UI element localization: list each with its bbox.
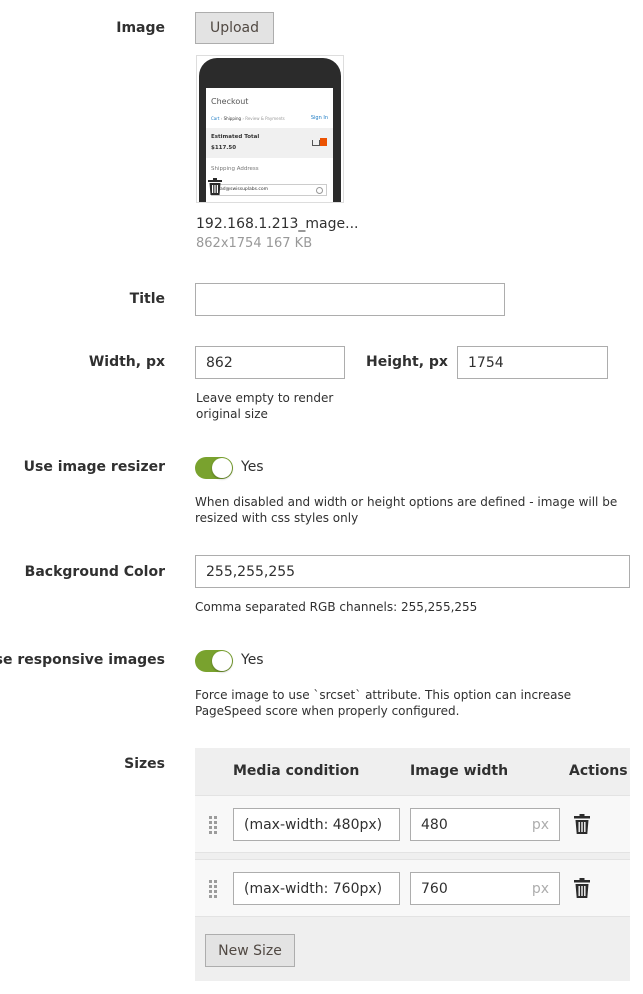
resizer-note: When disabled and width or height option… xyxy=(195,495,618,525)
drag-handle-icon[interactable] xyxy=(209,816,219,834)
preview-breadcrumb: Cart › Shipping › Review & Payments xyxy=(211,116,285,121)
delete-row-icon[interactable] xyxy=(574,878,590,898)
delete-row-icon[interactable] xyxy=(574,814,590,834)
col-actions: Actions xyxy=(569,763,628,779)
table-row: (max-width: 760px) 760 px xyxy=(195,859,630,917)
width-label: Width, px xyxy=(88,354,165,370)
delete-image-icon[interactable] xyxy=(208,178,222,195)
responsive-state: Yes xyxy=(241,652,264,668)
preview-breadcrumb-review: Review & Payments xyxy=(245,116,285,121)
image-width-value: 760 xyxy=(421,880,448,897)
upload-button[interactable]: Upload xyxy=(195,12,274,44)
title-label: Title xyxy=(129,291,165,307)
dimensions-note: Leave empty to render original size xyxy=(196,391,334,421)
preview-shipping-address: Shipping Address xyxy=(211,166,259,172)
height-input[interactable]: 1754 xyxy=(457,346,608,379)
height-label: Height, px xyxy=(366,354,448,370)
col-media-condition: Media condition xyxy=(233,763,360,779)
title-input[interactable] xyxy=(195,283,505,316)
image-width-value: 480 xyxy=(421,816,448,833)
image-width-input[interactable]: 480 px xyxy=(410,808,560,841)
preview-sign-in: Sign In xyxy=(310,115,328,121)
preview-heading: Checkout xyxy=(211,97,249,106)
resizer-label: Use image resizer xyxy=(23,459,165,475)
background-color-label: Background Color xyxy=(24,564,165,580)
col-image-width: Image width xyxy=(410,763,509,779)
resizer-state: Yes xyxy=(241,459,264,475)
responsive-label: Use responsive images xyxy=(0,652,165,668)
preview-breadcrumb-shipping: Shipping xyxy=(223,116,242,121)
toggle-knob xyxy=(212,458,232,478)
image-preview[interactable]: Checkout Cart › Shipping › Review & Paym… xyxy=(196,55,344,203)
preview-email-field: ad@swissuplabs.com xyxy=(211,184,327,196)
drag-handle-icon[interactable] xyxy=(209,880,219,898)
sizes-table: Media condition Image width Actions (max… xyxy=(195,748,630,981)
preview-cart-badge xyxy=(320,138,327,146)
preview-total-box: Estimated Total $117.50 xyxy=(206,128,333,158)
phone-screen: Checkout Cart › Shipping › Review & Paym… xyxy=(206,88,333,202)
width-input[interactable]: 862 xyxy=(195,346,345,379)
responsive-note: Force image to use `srcset` attribute. T… xyxy=(195,688,572,718)
image-width-input[interactable]: 760 px xyxy=(410,872,560,905)
table-row: (max-width: 480px) 480 px xyxy=(195,795,630,853)
preview-help-icon xyxy=(316,187,323,194)
image-label: Image xyxy=(116,20,165,36)
media-condition-input[interactable]: (max-width: 760px) xyxy=(233,872,400,905)
preview-total-label: Estimated Total xyxy=(211,134,260,140)
px-suffix: px xyxy=(531,816,549,833)
preview-cart-icon xyxy=(312,140,320,146)
px-suffix: px xyxy=(531,880,549,897)
media-condition-input[interactable]: (max-width: 480px) xyxy=(233,808,400,841)
preview-breadcrumb-cart: Cart xyxy=(211,116,220,121)
resizer-toggle[interactable] xyxy=(195,457,233,479)
background-color-input[interactable]: 255,255,255 xyxy=(195,555,630,588)
responsive-toggle[interactable] xyxy=(195,650,233,672)
preview-email-value: ad@swissuplabs.com xyxy=(220,187,269,192)
background-color-note: Comma separated RGB channels: 255,255,25… xyxy=(195,600,478,614)
sizes-label: Sizes xyxy=(124,756,165,772)
toggle-knob xyxy=(212,651,232,671)
image-file-meta: 862x1754 167 KB xyxy=(196,236,313,251)
preview-total-value: $117.50 xyxy=(211,145,237,151)
image-file-name: 192.168.1.213_mage... xyxy=(196,216,359,232)
new-size-button[interactable]: New Size xyxy=(205,934,295,967)
